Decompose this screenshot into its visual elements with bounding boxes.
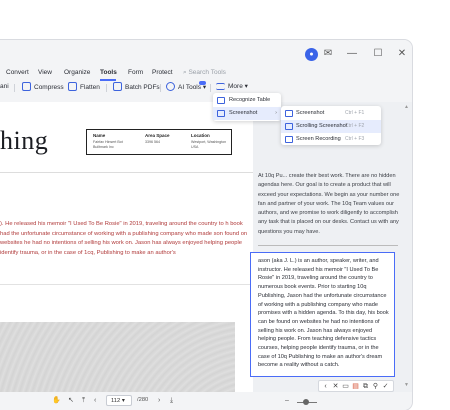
toolbar-partial-label: ani	[0, 83, 9, 90]
menu-item-screenshot[interactable]: Screenshot ›	[213, 107, 281, 120]
compress-button[interactable]: Compress	[22, 82, 64, 93]
menu-item-recognize-table[interactable]: Recognize Table	[213, 94, 281, 107]
selected-text: ason (aka J. L.) is an author, speaker, …	[258, 258, 389, 369]
minimize-icon[interactable]: —	[346, 48, 358, 60]
more-dropdown: Recognize Table Screenshot ›	[213, 93, 281, 121]
shortcut-label: Ctrl + F2	[345, 123, 365, 129]
pin-icon[interactable]: ⚲	[371, 382, 380, 391]
menu-item-screenshot[interactable]: Screenshot Ctrl + F1	[281, 107, 381, 120]
menu-bar: Convert View Organize Tools Form Protect…	[0, 68, 412, 82]
first-page-icon[interactable]: ⤒	[82, 395, 85, 406]
divider	[14, 84, 15, 92]
zoom-slider-handle[interactable]	[303, 399, 309, 405]
selection-toolbar: ‹ ✕ ▭ ▤ ⧉ ⚲ ✓	[318, 380, 394, 392]
page-heading: hing	[0, 126, 49, 155]
more-button[interactable]: More ▾	[216, 82, 248, 92]
scrolling-screenshot-icon	[285, 123, 293, 130]
batch-pdfs-icon	[113, 82, 122, 91]
scroll-up-icon[interactable]: ▲	[404, 104, 409, 110]
page-number-input[interactable]: 112 ▾	[106, 395, 132, 406]
screenshot-icon	[217, 110, 225, 117]
info-location: Location Westport, Washington USA	[191, 133, 227, 149]
info-name: Name Fairfax Hinsert Bot Builtmark Inc	[93, 133, 123, 149]
divider	[106, 84, 107, 92]
background-image	[0, 322, 235, 392]
scroll-down-icon[interactable]: ▼	[404, 382, 409, 388]
batch-pdfs-button[interactable]: Batch PDFs	[113, 82, 160, 93]
shortcut-label: Ctrl + F3	[345, 136, 365, 142]
ai-new-badge	[199, 81, 206, 85]
divider	[258, 245, 398, 246]
menu-item-screen-recording[interactable]: Screen Recording Ctrl + F3	[281, 133, 381, 146]
divider	[210, 84, 211, 92]
document-page: hing Name Fairfax Hinsert Bot Builtmark …	[0, 102, 253, 392]
divider	[0, 172, 253, 173]
message-icon[interactable]: ✉	[322, 48, 334, 60]
title-bar: ● ✉ — ☐ ✕	[0, 40, 412, 68]
menu-form[interactable]: Form	[128, 68, 143, 78]
compress-icon	[22, 82, 31, 91]
divider	[0, 284, 253, 285]
back-icon[interactable]: ‹	[321, 382, 330, 391]
bio-paragraph: ). He released his memoir "I Used To Be …	[0, 221, 248, 256]
save-icon[interactable]: ▭	[341, 382, 350, 391]
right-paragraph: At 10q Pu... create their best work. The…	[258, 173, 400, 235]
recognize-table-icon	[217, 97, 225, 104]
page-total: /280	[137, 397, 149, 403]
select-tool-icon[interactable]: ↖	[68, 395, 74, 406]
copy-icon[interactable]: ⧉	[361, 382, 370, 391]
screenshot-icon	[285, 110, 293, 117]
ai-tools-icon	[166, 82, 175, 91]
prev-page-icon[interactable]: ‹	[94, 395, 96, 406]
menu-item-scrolling-screenshot[interactable]: Scrolling Screenshot Ctrl + F2	[281, 120, 381, 133]
more-icon	[216, 83, 225, 90]
active-tab-indicator	[100, 79, 116, 81]
screenshot-submenu: Screenshot Ctrl + F1 Scrolling Screensho…	[281, 106, 381, 145]
menu-convert[interactable]: Convert	[6, 68, 29, 78]
app-window: ● ✉ — ☐ ✕ Convert View Organize Tools Fo…	[0, 40, 412, 410]
menu-view[interactable]: View	[38, 68, 52, 78]
menu-tools[interactable]: Tools	[100, 68, 117, 78]
divider	[160, 84, 161, 92]
tool-bar: ani Compress Flatten Batch PDFs AI Tools…	[0, 82, 412, 96]
close-icon[interactable]: ✕	[331, 382, 340, 391]
flatten-icon	[68, 82, 77, 91]
search-tools-input[interactable]: ⌕ Search Tools	[183, 68, 226, 78]
menu-organize[interactable]: Organize	[64, 68, 90, 78]
selected-text-box[interactable]: ason (aka J. L.) is an author, speaker, …	[250, 252, 395, 377]
info-area: Area Space 3396 564	[145, 133, 170, 144]
avatar[interactable]: ●	[305, 48, 318, 61]
next-page-icon[interactable]: ›	[158, 395, 160, 406]
flatten-button[interactable]: Flatten	[68, 82, 100, 93]
last-page-icon[interactable]: ⤓	[170, 395, 173, 406]
chevron-right-icon: ›	[275, 110, 277, 116]
pdf-icon[interactable]: ▤	[351, 382, 360, 391]
zoom-out-icon[interactable]: –	[285, 395, 289, 406]
screen-recording-icon	[285, 136, 293, 143]
info-table: Name Fairfax Hinsert Bot Builtmark Inc A…	[86, 129, 232, 155]
close-icon[interactable]: ✕	[396, 48, 408, 60]
maximize-icon[interactable]: ☐	[372, 48, 384, 60]
hand-tool-icon[interactable]: ✋	[52, 395, 61, 406]
menu-protect[interactable]: Protect	[152, 68, 173, 78]
vertical-scrollbar[interactable]: ▲ ▼	[404, 102, 410, 392]
shortcut-label: Ctrl + F1	[345, 110, 365, 116]
status-bar: ✋ ↖ ⤒ ‹ 112 ▾ /280 › ⤓ –	[0, 392, 412, 410]
confirm-icon[interactable]: ✓	[381, 382, 390, 391]
